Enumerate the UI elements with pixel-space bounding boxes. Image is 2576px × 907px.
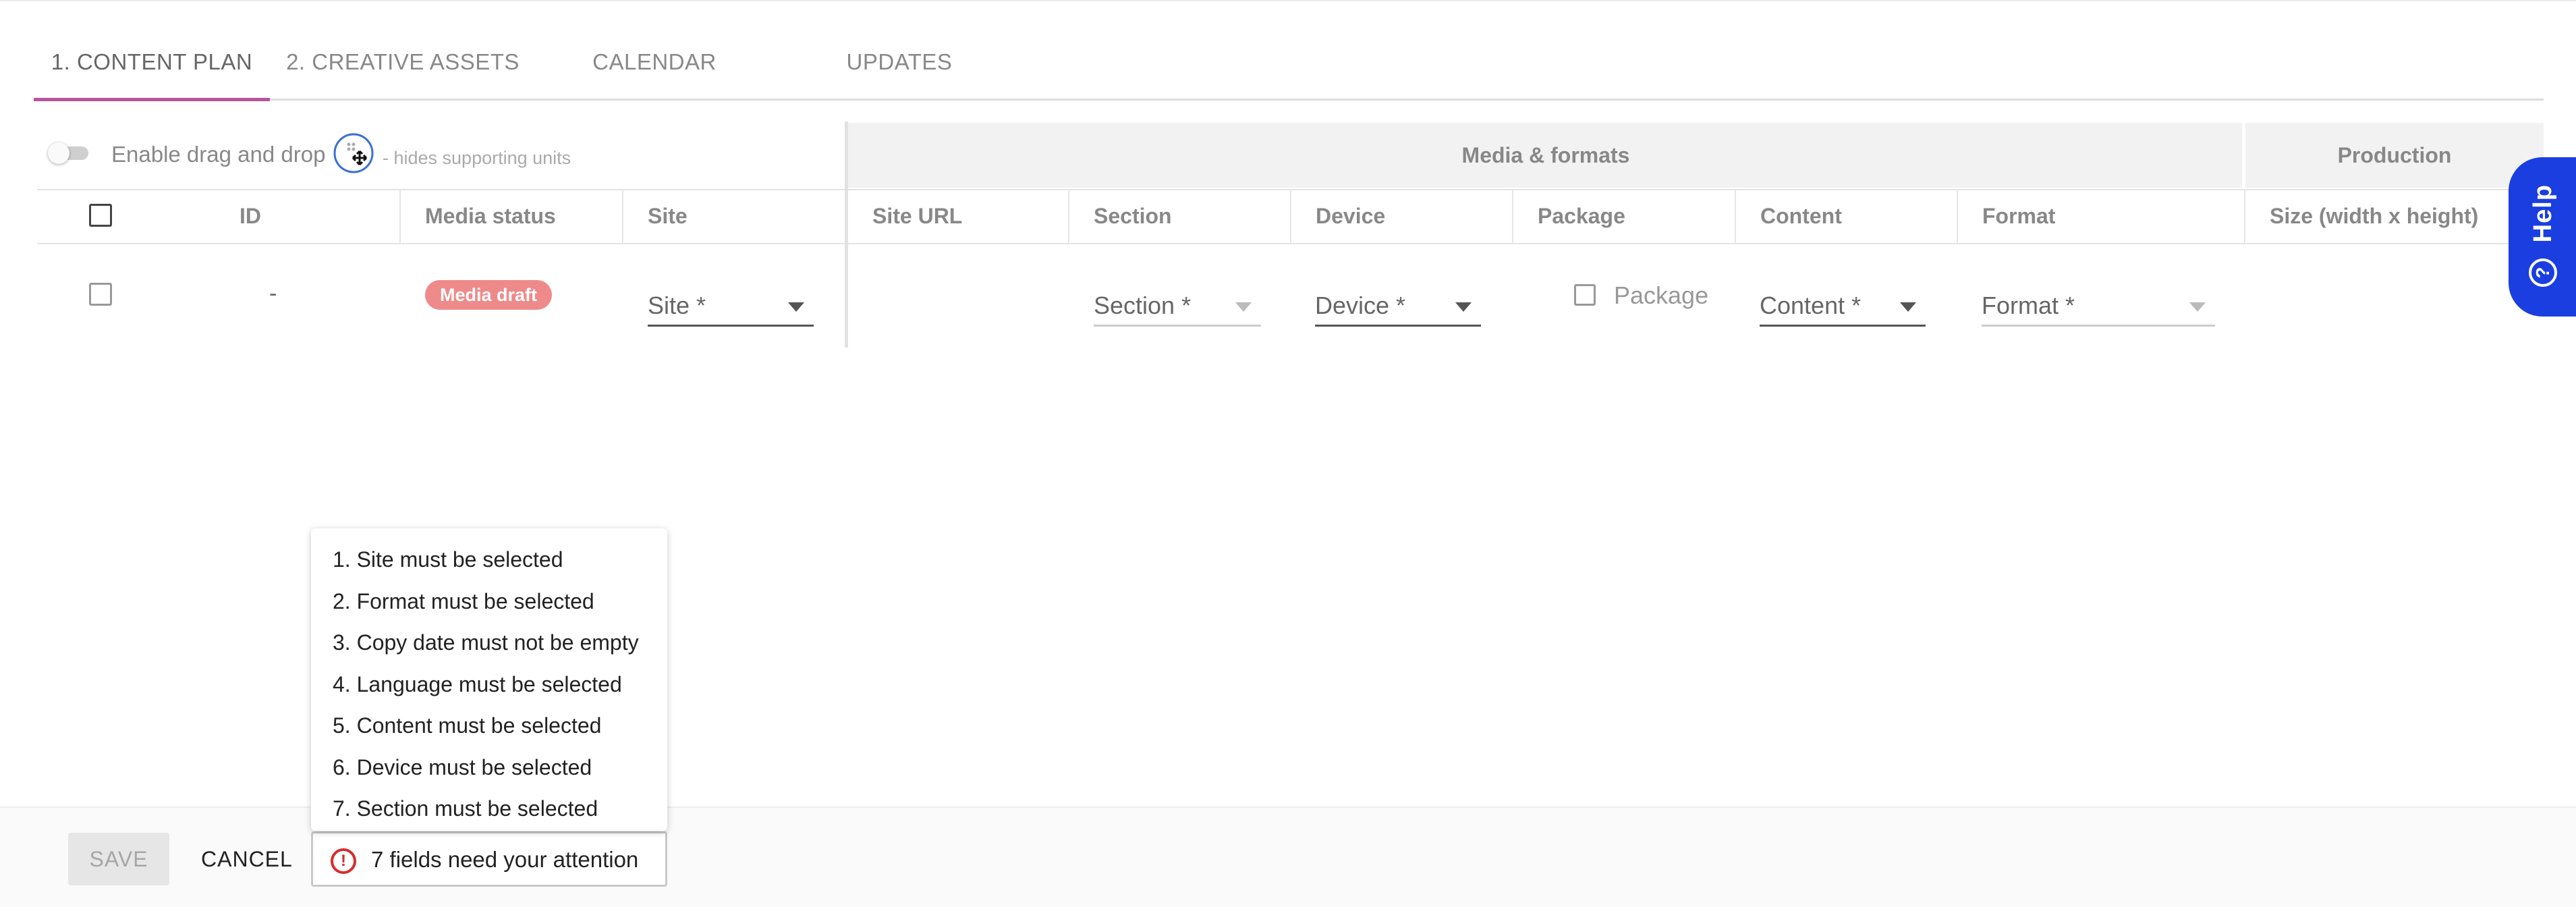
question-icon: ?	[2529, 258, 2557, 287]
site-select[interactable]: Site *	[648, 290, 814, 327]
col-content[interactable]: Content	[1736, 189, 1959, 243]
tab-creative-assets[interactable]: 2. CREATIVE ASSETS	[285, 34, 521, 99]
error-icon: !	[331, 848, 356, 874]
section-select-value: Section *	[1094, 292, 1192, 319]
save-button[interactable]: SAVE	[68, 833, 169, 885]
device-select-value: Device *	[1315, 292, 1406, 319]
validation-popup: 1. Site must be selected 2. Format must …	[311, 528, 667, 831]
status-badge: Media draft	[425, 280, 553, 310]
cancel-button[interactable]: CANCEL	[201, 833, 293, 885]
content-select-value: Content *	[1760, 292, 1861, 319]
chevron-down-icon	[1235, 302, 1252, 312]
validation-summary-text: 7 fields need your attention	[371, 847, 639, 872]
col-media-status[interactable]: Media status	[401, 189, 623, 243]
site-select-value: Site *	[648, 292, 706, 319]
tab-updates[interactable]: UPDATES	[781, 34, 1017, 99]
header-bottom-line	[37, 243, 2544, 244]
error-item[interactable]: 7. Section must be selected	[311, 788, 667, 830]
format-select-value: Format *	[1982, 292, 2075, 319]
drag-drop-hint: - hides supporting units	[383, 148, 571, 168]
toggle-knob	[48, 142, 69, 164]
col-package[interactable]: Package	[1513, 189, 1736, 243]
error-item[interactable]: 5. Content must be selected	[311, 705, 667, 747]
error-item[interactable]: 4. Language must be selected	[311, 664, 667, 706]
col-id[interactable]: ID	[240, 189, 400, 243]
validation-summary-button[interactable]: ! 7 fields need your attention	[311, 831, 667, 887]
error-item[interactable]: 6. Device must be selected	[311, 747, 667, 789]
group-divider	[2242, 121, 2244, 189]
tab-bar: 1. CONTENT PLAN 2. CREATIVE ASSETS CALEN…	[34, 34, 2544, 101]
help-button[interactable]: Help ?	[2509, 157, 2576, 317]
col-size[interactable]: Size (width x height)	[2245, 189, 2544, 243]
help-label: Help	[2529, 184, 2557, 243]
tab-calendar[interactable]: CALENDAR	[536, 34, 773, 99]
package-checkbox[interactable]	[1574, 284, 1596, 306]
device-select[interactable]: Device *	[1315, 290, 1481, 327]
drag-drop-label: Enable drag and drop	[111, 142, 326, 167]
row-checkbox[interactable]	[89, 283, 112, 306]
content-select[interactable]: Content *	[1760, 290, 1926, 327]
move-icon[interactable]	[333, 132, 374, 174]
col-site[interactable]: Site	[623, 189, 846, 243]
error-item[interactable]: 1. Site must be selected	[311, 539, 667, 581]
chevron-down-icon	[1455, 302, 1472, 312]
col-device[interactable]: Device	[1291, 189, 1514, 243]
package-label: Package	[1614, 281, 1709, 309]
chevron-down-icon	[1900, 302, 1916, 312]
drag-drop-toggle[interactable]	[48, 142, 88, 164]
chevron-down-icon	[2189, 302, 2206, 312]
group-media-formats: Media & formats	[848, 123, 2243, 188]
col-site-url[interactable]: Site URL	[848, 189, 1071, 243]
col-format[interactable]: Format	[1958, 189, 2241, 243]
error-item[interactable]: 3. Copy date must not be empty	[311, 622, 667, 664]
content-plan-grid: Enable drag and drop - hides supporting …	[37, 121, 2544, 348]
grid-toolbar: Enable drag and drop - hides supporting …	[37, 121, 847, 189]
top-border	[0, 0, 2576, 1]
error-item[interactable]: 2. Format must be selected	[311, 581, 667, 623]
row-id: -	[269, 281, 277, 306]
section-select[interactable]: Section *	[1094, 290, 1261, 327]
col-section[interactable]: Section	[1069, 189, 1292, 243]
tab-content-plan[interactable]: 1. CONTENT PLAN	[34, 34, 270, 101]
select-all-checkbox[interactable]	[89, 204, 112, 227]
group-production: Production	[2245, 123, 2544, 188]
format-select[interactable]: Format *	[1982, 290, 2215, 327]
error-list: 1. Site must be selected 2. Format must …	[311, 528, 667, 830]
chevron-down-icon	[788, 302, 804, 312]
